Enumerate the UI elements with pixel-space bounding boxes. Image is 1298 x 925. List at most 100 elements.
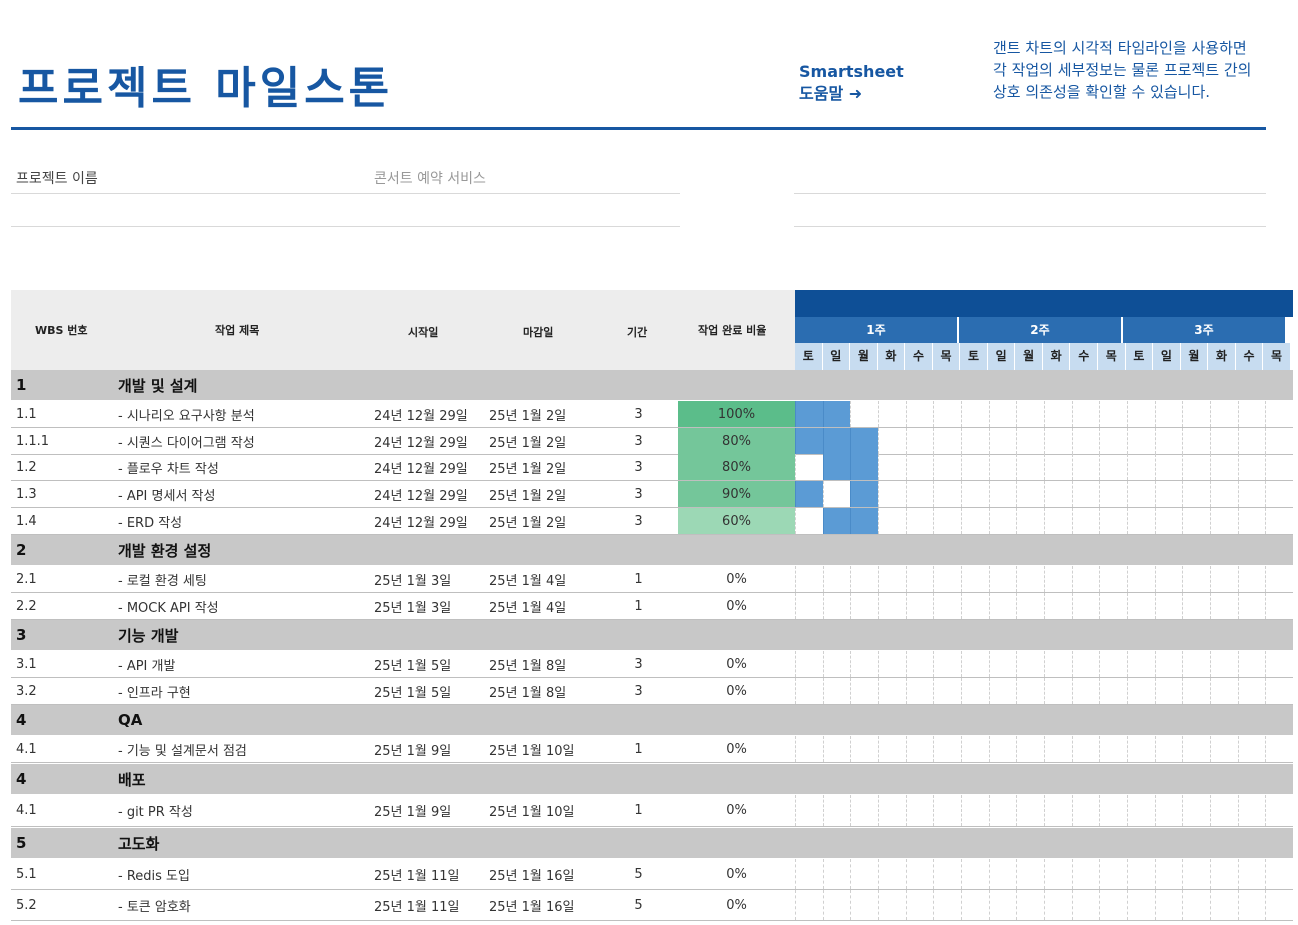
gantt-cell[interactable] xyxy=(1237,593,1266,619)
gantt-cell[interactable] xyxy=(1154,651,1183,677)
gantt-cell[interactable] xyxy=(961,890,989,920)
gantt-cell[interactable] xyxy=(1127,678,1155,704)
gantt-bar-cell[interactable] xyxy=(822,401,851,427)
gantt-cell[interactable] xyxy=(1210,566,1238,592)
gantt-cell[interactable] xyxy=(1182,428,1210,454)
gantt-cell[interactable] xyxy=(822,859,851,889)
gantt-cell[interactable] xyxy=(1154,428,1183,454)
table-row[interactable]: 3.2 - 인프라 구현 25년 1월 5일 25년 1월 8일 3 0% xyxy=(11,678,1293,705)
gantt-cell[interactable] xyxy=(988,566,1017,592)
gantt-cell[interactable] xyxy=(878,859,906,889)
gantt-cell[interactable] xyxy=(1154,890,1183,920)
gantt-cell[interactable] xyxy=(1099,481,1127,507)
gantt-cell[interactable] xyxy=(1154,736,1183,762)
gantt-cell[interactable] xyxy=(988,508,1017,534)
gantt-cell[interactable] xyxy=(1182,859,1210,889)
gantt-cell[interactable] xyxy=(1044,890,1072,920)
gantt-cell[interactable] xyxy=(1044,454,1072,480)
gantt-cell[interactable] xyxy=(878,401,906,427)
gantt-cell[interactable] xyxy=(1099,890,1127,920)
gantt-cell[interactable] xyxy=(1016,651,1044,677)
gantt-cell[interactable] xyxy=(905,890,934,920)
gantt-cell[interactable] xyxy=(795,651,823,677)
gantt-cell[interactable] xyxy=(1044,508,1072,534)
gantt-cell[interactable] xyxy=(1237,428,1266,454)
table-row[interactable]: 2.2 - MOCK API 작성 25년 1월 3일 25년 1월 4일 1 0% xyxy=(11,593,1293,620)
gantt-cell[interactable] xyxy=(1265,566,1293,592)
gantt-cell[interactable] xyxy=(850,401,878,427)
gantt-cell[interactable] xyxy=(795,566,823,592)
gantt-cell[interactable] xyxy=(1044,736,1072,762)
gantt-cell[interactable] xyxy=(933,454,961,480)
gantt-cell[interactable] xyxy=(905,651,934,677)
gantt-cell[interactable] xyxy=(822,890,851,920)
gantt-cell[interactable] xyxy=(961,566,989,592)
gantt-cell[interactable] xyxy=(1016,736,1044,762)
gantt-cell[interactable] xyxy=(905,454,934,480)
gantt-bar-cell[interactable] xyxy=(822,508,851,534)
gantt-cell[interactable] xyxy=(1071,678,1100,704)
gantt-cell[interactable] xyxy=(933,859,961,889)
gantt-cell[interactable] xyxy=(933,678,961,704)
gantt-cell[interactable] xyxy=(1154,481,1183,507)
gantt-cell[interactable] xyxy=(1071,508,1100,534)
gantt-cell[interactable] xyxy=(1210,428,1238,454)
table-row[interactable]: 3.1 - API 개발 25년 1월 5일 25년 1월 8일 3 0% xyxy=(11,651,1293,678)
gantt-cell[interactable] xyxy=(1044,401,1072,427)
gantt-cell[interactable] xyxy=(1127,481,1155,507)
gantt-bar-cell[interactable] xyxy=(850,481,878,507)
gantt-cell[interactable] xyxy=(1099,508,1127,534)
gantt-cell[interactable] xyxy=(1016,428,1044,454)
gantt-cell[interactable] xyxy=(1127,890,1155,920)
gantt-cell[interactable] xyxy=(1182,890,1210,920)
gantt-cell[interactable] xyxy=(1099,795,1127,826)
gantt-cell[interactable] xyxy=(850,651,878,677)
gantt-cell[interactable] xyxy=(1237,401,1266,427)
gantt-cell[interactable] xyxy=(850,593,878,619)
gantt-cell[interactable] xyxy=(961,454,989,480)
gantt-cell[interactable] xyxy=(1016,508,1044,534)
gantt-cell[interactable] xyxy=(988,736,1017,762)
group-row[interactable]: 5 고도화 xyxy=(11,828,1293,858)
gantt-cell[interactable] xyxy=(1237,454,1266,480)
gantt-cell[interactable] xyxy=(1044,859,1072,889)
gantt-cell[interactable] xyxy=(1127,401,1155,427)
gantt-cell[interactable] xyxy=(1265,736,1293,762)
gantt-cell[interactable] xyxy=(1154,454,1183,480)
project-name-field[interactable]: 콘서트 예약 서비스 xyxy=(374,168,486,188)
gantt-bar-cell[interactable] xyxy=(822,428,851,454)
gantt-cell[interactable] xyxy=(1044,795,1072,826)
table-row[interactable]: 1.1 - 시나리오 요구사항 분석 24년 12월 29일 25년 1월 2일 3 10… xyxy=(11,401,1293,428)
gantt-cell[interactable] xyxy=(850,678,878,704)
gantt-cell[interactable] xyxy=(1237,678,1266,704)
gantt-cell[interactable] xyxy=(1154,508,1183,534)
gantt-cell[interactable] xyxy=(1154,859,1183,889)
gantt-cell[interactable] xyxy=(1154,678,1183,704)
gantt-cell[interactable] xyxy=(905,481,934,507)
gantt-cell[interactable] xyxy=(795,736,823,762)
gantt-cell[interactable] xyxy=(988,428,1017,454)
gantt-cell[interactable] xyxy=(1265,890,1293,920)
gantt-cell[interactable] xyxy=(1044,593,1072,619)
gantt-cell[interactable] xyxy=(1099,566,1127,592)
gantt-cell[interactable] xyxy=(822,481,851,507)
gantt-cell[interactable] xyxy=(878,890,906,920)
gantt-cell[interactable] xyxy=(1099,593,1127,619)
group-row[interactable]: 4 배포 xyxy=(11,764,1293,794)
gantt-cell[interactable] xyxy=(1099,454,1127,480)
gantt-cell[interactable] xyxy=(1265,481,1293,507)
gantt-cell[interactable] xyxy=(1210,795,1238,826)
gantt-cell[interactable] xyxy=(878,481,906,507)
gantt-cell[interactable] xyxy=(1265,651,1293,677)
gantt-cell[interactable] xyxy=(1265,428,1293,454)
gantt-cell[interactable] xyxy=(988,890,1017,920)
gantt-cell[interactable] xyxy=(988,678,1017,704)
gantt-cell[interactable] xyxy=(988,454,1017,480)
gantt-cell[interactable] xyxy=(1237,859,1266,889)
table-row[interactable]: 4.1 - 기능 및 설계문서 점검 25년 1월 9일 25년 1월 10일 1 0% xyxy=(11,736,1293,763)
gantt-cell[interactable] xyxy=(878,795,906,826)
gantt-cell[interactable] xyxy=(878,736,906,762)
gantt-cell[interactable] xyxy=(1044,566,1072,592)
table-row[interactable]: 2.1 - 로컬 환경 세팅 25년 1월 3일 25년 1월 4일 1 0% xyxy=(11,566,1293,593)
gantt-cell[interactable] xyxy=(933,508,961,534)
